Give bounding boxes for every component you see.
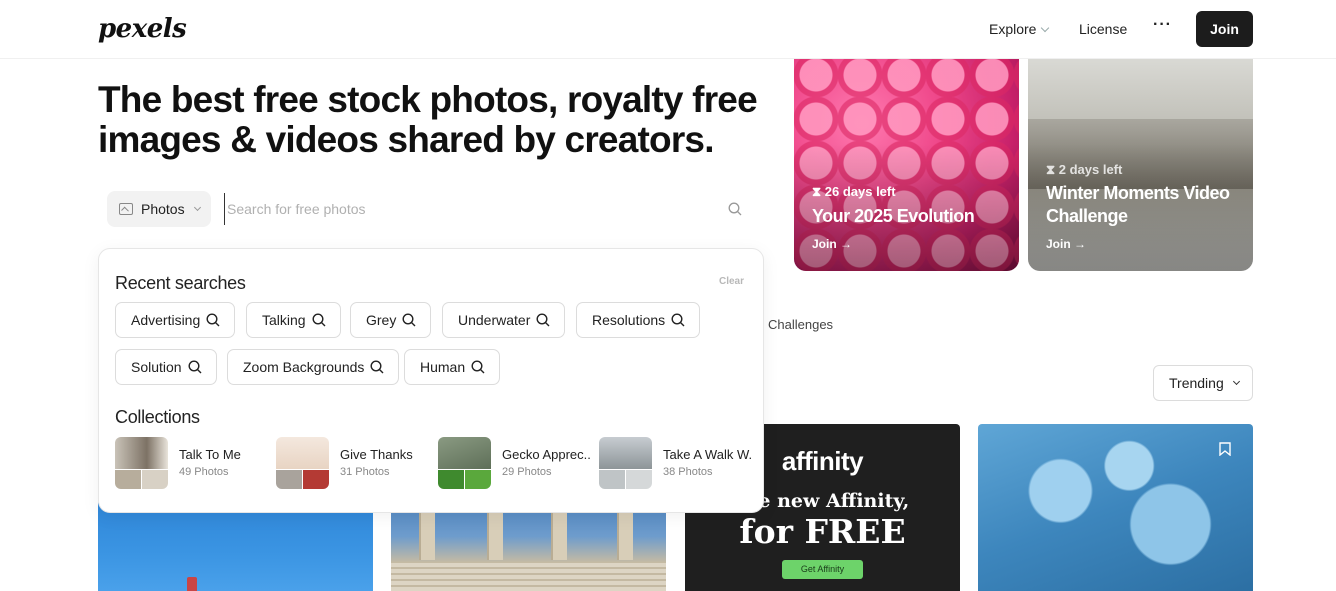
column-shape: [487, 510, 503, 560]
challenge-title: Winter Moments Video Challenge: [1046, 183, 1230, 226]
chip-label: Human: [420, 359, 466, 375]
search-suggestions-dropdown: Recent searches Clear Advertising Talkin…: [98, 248, 764, 513]
bookmark-icon[interactable]: [1219, 442, 1231, 456]
image-icon: [119, 203, 133, 215]
collection-item[interactable]: Talk To Me 49 Photos: [115, 437, 269, 489]
nav-explore[interactable]: Explore: [989, 21, 1050, 37]
chevron-down-icon: [1232, 377, 1240, 385]
search-icon: [370, 360, 384, 374]
photo-tile[interactable]: [98, 500, 373, 591]
challenge-card[interactable]: ⧗ 26 days left Your 2025 Evolution Join …: [794, 59, 1019, 271]
search-icon[interactable]: [728, 202, 742, 216]
column-shape: [617, 510, 633, 560]
collections-heading: Collections: [115, 407, 200, 427]
challenge-title: Your 2025 Evolution: [812, 206, 975, 226]
days-left-text: 2 days left: [1058, 162, 1123, 177]
chip-label: Solution: [131, 359, 182, 375]
recent-search-chip[interactable]: Human: [404, 349, 501, 385]
media-type-select[interactable]: Photos: [107, 191, 211, 227]
chip-label: Advertising: [131, 312, 201, 328]
photo-tile[interactable]: [391, 500, 666, 591]
chip-label: Resolutions: [592, 312, 666, 328]
search-input[interactable]: [224, 193, 704, 225]
column-shape: [419, 510, 435, 560]
top-navigation: pexels Explore License ··· Join: [0, 0, 1336, 59]
photo-tile[interactable]: [978, 424, 1253, 591]
search-icon: [206, 313, 220, 327]
days-left: ⧗ 26 days left: [812, 184, 896, 199]
collection-name: Gecko Apprec...: [502, 447, 592, 462]
recent-search-chip[interactable]: Solution: [115, 349, 217, 385]
collection-name: Talk To Me: [179, 447, 241, 462]
days-left-text: 26 days left: [824, 184, 896, 199]
collection-count: 29 Photos: [502, 466, 552, 478]
steps-shape: [391, 563, 666, 591]
collection-thumbnail: [276, 437, 329, 489]
sort-label: Trending: [1169, 375, 1224, 391]
collection-item[interactable]: Gecko Apprec... 29 Photos: [438, 437, 592, 489]
recent-search-chip[interactable]: Advertising: [115, 302, 236, 338]
collection-count: 38 Photos: [663, 466, 713, 478]
collection-name: Give Thanks: [340, 447, 413, 462]
challenge-join-link[interactable]: Join →: [812, 237, 852, 251]
join-button[interactable]: Join: [1196, 11, 1253, 47]
search-icon: [671, 313, 685, 327]
ad-cta-button[interactable]: Get Affinity: [782, 560, 863, 579]
search-icon: [402, 313, 416, 327]
collection-item[interactable]: Take A Walk W... 38 Photos: [599, 437, 753, 489]
tab-challenges[interactable]: Challenges: [768, 317, 833, 332]
collection-thumbnail: [438, 437, 491, 489]
collection-count: 49 Photos: [179, 466, 229, 478]
collection-item[interactable]: Give Thanks 31 Photos: [276, 437, 430, 489]
search-icon: [312, 313, 326, 327]
collection-thumbnail: [115, 437, 168, 489]
sort-select[interactable]: Trending: [1153, 365, 1253, 401]
days-left: ⧗ 2 days left: [1046, 162, 1123, 177]
lighthouse-shape: [187, 577, 197, 591]
nav-license[interactable]: License: [1079, 21, 1127, 37]
pexels-logo[interactable]: pexels: [98, 14, 187, 44]
nav-explore-label: Explore: [989, 21, 1037, 37]
collection-count: 31 Photos: [340, 466, 390, 478]
recent-search-chip[interactable]: Underwater: [442, 302, 566, 338]
column-shape: [551, 510, 567, 560]
clear-recent-button[interactable]: Clear: [719, 276, 744, 287]
chip-label: Talking: [262, 312, 306, 328]
more-menu-button[interactable]: ···: [1153, 16, 1172, 34]
search-bar: Photos: [98, 186, 764, 232]
search-icon: [471, 360, 485, 374]
hero-title: The best free stock photos, royalty free…: [98, 79, 758, 160]
recent-search-chip[interactable]: Resolutions: [576, 302, 701, 338]
collection-thumbnail: [599, 437, 652, 489]
chip-label: Underwater: [458, 312, 531, 328]
media-type-label: Photos: [141, 201, 185, 217]
chevron-down-icon: [1041, 23, 1050, 33]
chip-label: Grey: [366, 312, 397, 328]
search-icon: [536, 313, 550, 327]
search-icon: [188, 360, 202, 374]
recent-searches-heading: Recent searches: [115, 273, 246, 293]
collection-name: Take A Walk W...: [663, 447, 753, 462]
recent-search-chip[interactable]: Talking: [246, 302, 341, 338]
challenge-card[interactable]: ⧗ 2 days left Winter Moments Video Chall…: [1028, 59, 1253, 271]
recent-search-chip[interactable]: Zoom Backgrounds: [227, 349, 400, 385]
ad-subheadline: for FREE: [739, 512, 906, 551]
challenge-join-link[interactable]: Join →: [1046, 237, 1086, 251]
chevron-down-icon: [193, 203, 201, 211]
chip-label: Zoom Backgrounds: [243, 359, 365, 375]
recent-search-chip[interactable]: Grey: [350, 302, 432, 338]
